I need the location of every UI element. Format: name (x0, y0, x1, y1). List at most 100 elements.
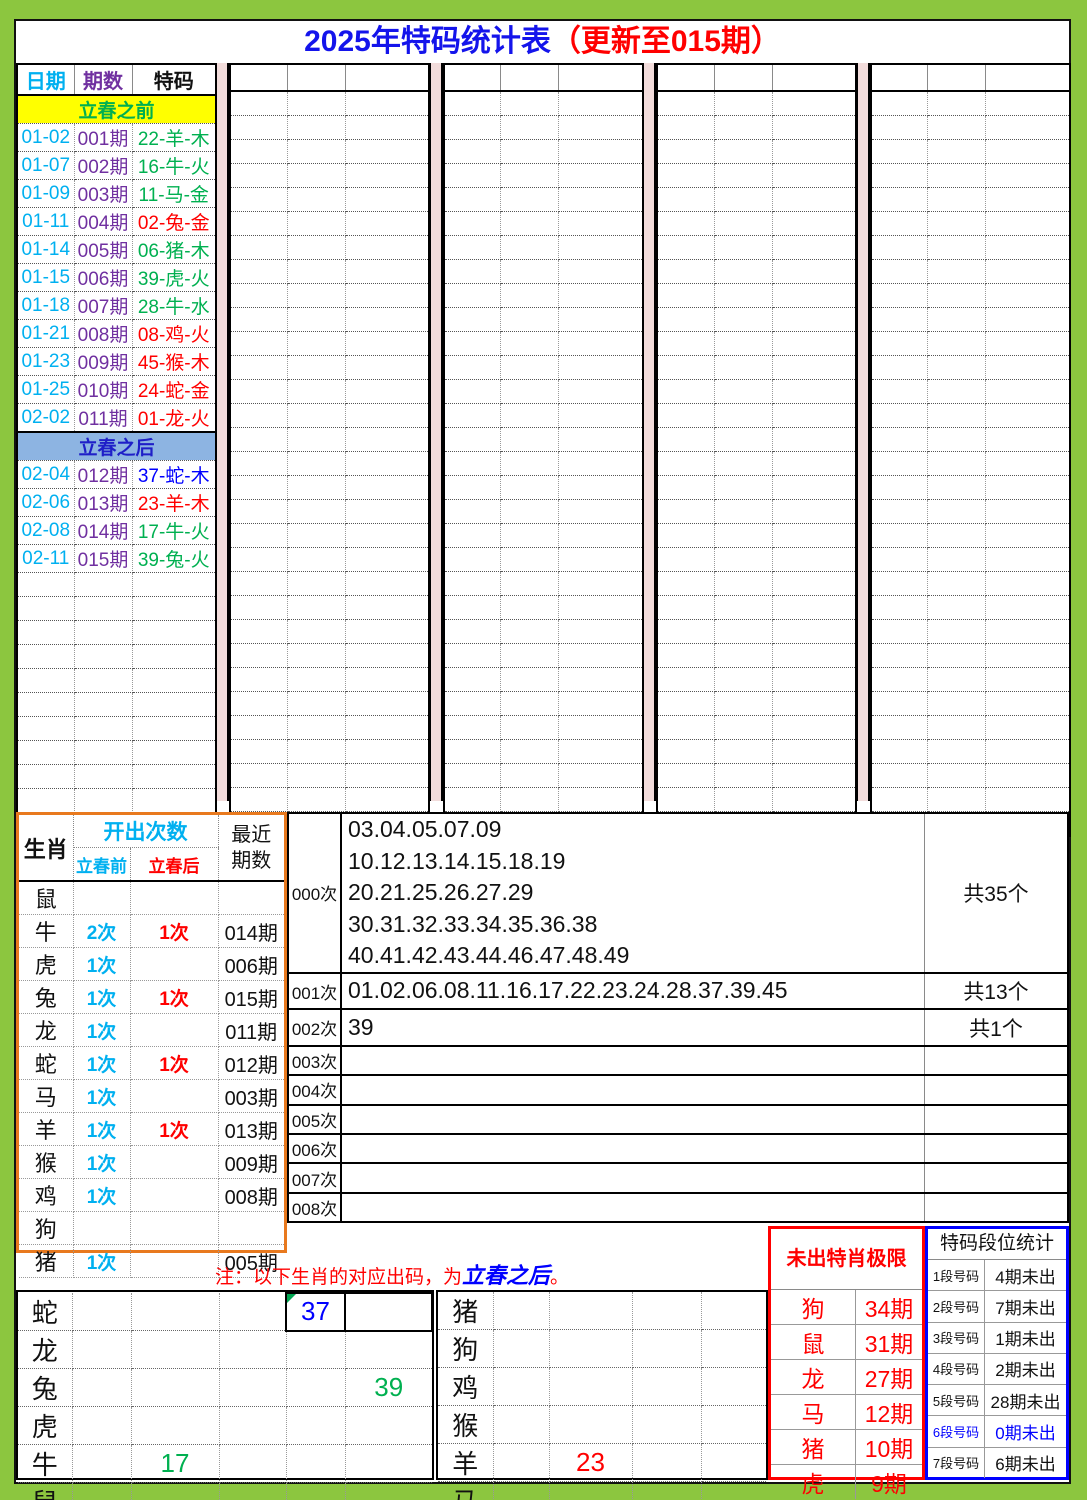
zodiac-name: 虎 (19, 947, 74, 981)
bottom-grid-row: 马 (438, 1481, 766, 1500)
empty-draw-row (17, 644, 216, 669)
empty-grid-row (230, 523, 429, 548)
empty-grid-row (230, 667, 429, 692)
empty-grid-row (870, 235, 1070, 260)
missing-zodiac-name: 狗 (771, 1290, 856, 1325)
segment-value: 6期未出 (995, 1455, 1056, 1475)
empty-grid-row (870, 283, 1070, 308)
empty-grid-row (230, 619, 429, 644)
frequency-numbers-line: 30.31.32.33.34.35.36.38 (348, 910, 598, 937)
segment-value: 28期未出 (984, 1384, 1066, 1417)
empty-grid-row (443, 235, 643, 260)
missing-zodiac-name: 马 (771, 1394, 856, 1430)
segment-row: 6段号码 0期未出 (928, 1415, 1066, 1448)
recent-period: 011期 (218, 1013, 284, 1047)
zodiac-stats-row: 鸡 1次 008期 (19, 1178, 284, 1212)
missing-zodiac-name: 龙 (771, 1359, 856, 1395)
grid-cell (345, 1330, 432, 1369)
draw-period: 005期 (74, 235, 133, 264)
empty-grid-row (870, 499, 1070, 524)
segment-label: 6段号码 (928, 1415, 985, 1448)
grid-cell (493, 1405, 550, 1444)
draw-row: 01-14 005期 06-猪-木 (17, 235, 216, 264)
empty-column-group (442, 63, 644, 837)
empty-grid-row (443, 379, 643, 404)
empty-draw-row (17, 716, 216, 741)
empty-grid-row (870, 475, 1070, 500)
missing-zodiac-table: 未出特肖极限 狗 34期 鼠 31期 龙 27期 马 12期 猪 10期 虎 9… (768, 1226, 925, 1499)
empty-grid-row (443, 571, 643, 596)
empty-grid-row (657, 595, 856, 620)
zodiac-label: 蛇 (18, 1293, 73, 1331)
empty-grid-row (230, 139, 429, 164)
frequency-label: 000次 (289, 814, 342, 974)
frequency-row: 008次 (289, 1192, 1067, 1221)
zodiac-label: 猴 (438, 1405, 494, 1444)
grid-cell (131, 1368, 220, 1407)
grid-cell (131, 1330, 220, 1369)
grid-cell (549, 1405, 633, 1444)
draw-row: 02-04 012期 37-蛇-木 (17, 460, 216, 489)
draw-code: 28-牛-水 (132, 291, 216, 320)
empty-grid-row (657, 763, 856, 788)
recent-period: 009期 (218, 1145, 284, 1179)
frequency-total (924, 1134, 1067, 1165)
missing-zodiac-row: 马 12期 (771, 1394, 922, 1430)
draw-date: 01-18 (17, 291, 75, 320)
missing-zodiac-row: 龙 27期 (771, 1359, 922, 1395)
header-date: 日期 (17, 64, 75, 96)
sheet-content: 2025年特码统计表（更新至015期） 日期 期数 特码 立春之前 01-02 … (14, 19, 1071, 1500)
page-title-main: 2025年特码统计表 (304, 25, 551, 58)
zodiac-stats-row: 兔 1次 1次 015期 (19, 980, 284, 1014)
segment-value: 2期未出 (984, 1353, 1066, 1386)
draw-date: 01-14 (17, 235, 75, 264)
empty-grid-row (870, 211, 1070, 236)
grid-cell (286, 1330, 346, 1369)
empty-grid-row (443, 403, 643, 428)
zodiac-name: 狗 (19, 1211, 74, 1245)
frequency-label: 005次 (289, 1104, 342, 1136)
empty-grid-row (230, 643, 429, 668)
draw-code: 37-蛇-木 (132, 460, 216, 489)
zodiac-label: 鸡 (438, 1367, 494, 1406)
header-recent-line1: 最近 (231, 823, 272, 846)
missing-zodiac-periods: 27期 (855, 1359, 922, 1395)
empty-grid-row (230, 115, 429, 140)
zodiac-stats-header-1: 生肖 开出次数 最近 期数 (19, 815, 284, 882)
empty-grid-row (443, 331, 643, 356)
empty-grid-row (870, 427, 1070, 452)
missing-zodiac-name: 鼠 (771, 1324, 856, 1360)
count-after (130, 1079, 219, 1113)
empty-column-group (869, 63, 1071, 837)
empty-grid-row (230, 331, 429, 356)
zodiac-label: 羊 (438, 1443, 494, 1482)
missing-zodiac-periods: 12期 (855, 1394, 922, 1430)
draw-period: 007期 (74, 291, 133, 320)
empty-group-header (443, 64, 643, 92)
grid-cell (632, 1405, 702, 1444)
grid-cell (286, 1406, 346, 1445)
frequency-numbers-line: 20.21.25.26.27.29 (348, 879, 534, 906)
empty-grid-row (443, 451, 643, 476)
empty-grid-row (657, 427, 856, 452)
segment-row: 4段号码 2期未出 (928, 1353, 1066, 1386)
frequency-label: 007次 (289, 1163, 342, 1194)
empty-column-group (229, 63, 430, 837)
zodiac-stats-row: 猴 1次 009期 (19, 1145, 284, 1179)
grid-cell (701, 1367, 766, 1406)
empty-grid-row (657, 331, 856, 356)
bottom-grid-row: 兔 39 (18, 1368, 432, 1407)
bottom-grid-row: 猪 (438, 1292, 766, 1330)
empty-grid-row (443, 787, 643, 812)
count-before: 1次 (73, 1079, 131, 1113)
frequency-numbers: 01.02.06.08.11.16.17.22.23.24.28.37.39.4… (341, 972, 925, 1011)
empty-draw-row (17, 692, 216, 717)
grid-cell (493, 1329, 550, 1368)
bottom-grid-row: 蛇 37 (18, 1292, 433, 1332)
draw-date: 01-21 (17, 319, 75, 348)
empty-grid-row (443, 667, 643, 692)
empty-grid-row (230, 235, 429, 260)
frequency-numbers (341, 1163, 925, 1194)
column-separator-bar (855, 63, 870, 801)
empty-grid-row (870, 307, 1070, 332)
